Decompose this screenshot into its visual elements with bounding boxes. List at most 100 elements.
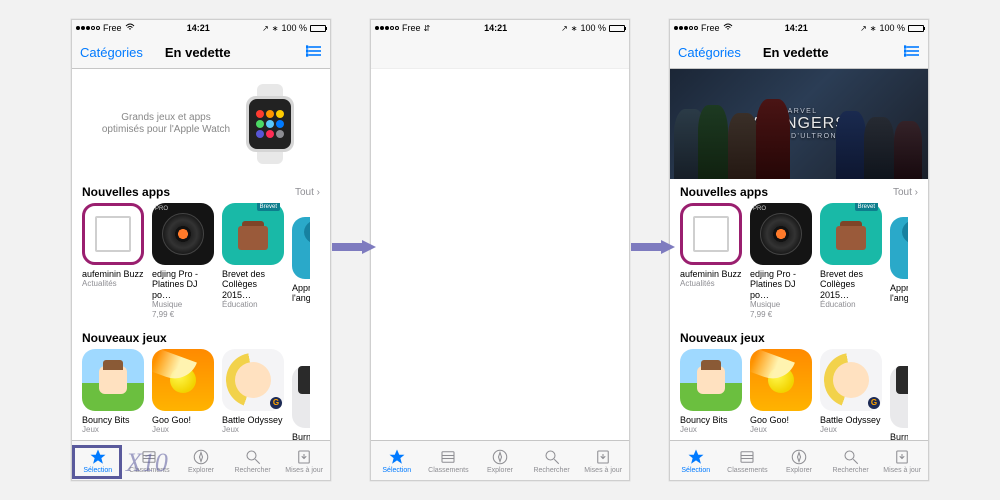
app-category: Actualités <box>82 279 144 289</box>
app-card[interactable]: PRO edjing Pro - Platines DJ po… Musique… <box>750 203 812 319</box>
app-name: Bouncy Bits <box>82 415 144 425</box>
tab-explorer[interactable]: Explorer <box>773 441 825 480</box>
app-icon-aufeminin <box>680 203 742 265</box>
game-icon-googoo <box>152 349 214 411</box>
tab-mises-a-jour[interactable]: Mises à jour <box>876 441 928 480</box>
carrier-label: Free <box>103 23 122 33</box>
location-icon: ↗ <box>860 24 867 33</box>
app-card[interactable]: Brevet Brevet des Collèges 2015… Éducati… <box>820 203 882 319</box>
apps-carousel[interactable]: aufeminin Buzz Actualités PRO edjing Pro… <box>72 203 330 319</box>
arrow-icon <box>631 240 675 254</box>
page-title: En vedette <box>741 45 904 60</box>
section-title-apps: Nouvelles apps <box>82 185 170 199</box>
tab-selection[interactable]: Sélection <box>371 441 423 480</box>
section-title-games: Nouveaux jeux <box>680 331 765 345</box>
app-card-partial[interactable]: Burn … <box>292 349 310 440</box>
section-title-games: Nouveaux jeux <box>82 331 167 345</box>
games-carousel[interactable]: Bouncy Bits Jeux Goo Goo! Jeux G Battle … <box>670 349 928 440</box>
see-all-apps[interactable]: Tout › <box>295 187 320 198</box>
list-icon[interactable] <box>904 45 920 60</box>
navbar: Catégories En vedette <box>72 36 330 69</box>
featured-banner-avengers[interactable]: MARVEL AVENGERS L'ÈRE D'ULTRON <box>670 69 928 179</box>
carrier-label: Free <box>701 23 720 33</box>
app-card[interactable]: G Battle Odyssey Jeux <box>820 349 882 440</box>
apps-carousel[interactable]: aufeminin Buzz Actualités PRO edjing Pro… <box>670 203 928 319</box>
tab-bar: Sélection Classements Explorer Recherche… <box>371 440 629 480</box>
page-title: En vedette <box>143 45 306 60</box>
phone-screenshot-1: Free 14:21 ↗ ∗ 100 % Catégories En vedet… <box>71 19 331 481</box>
banner-text-1: Grands jeux et apps <box>102 112 230 125</box>
game-icon-bouncy <box>82 349 144 411</box>
app-card-partial[interactable]: Appr… l'angl… <box>292 203 310 319</box>
app-card[interactable]: G Battle Odyssey Jeux <box>222 349 284 440</box>
game-icon-bouncy <box>680 349 742 411</box>
signal-dots-icon <box>76 26 100 30</box>
tab-explorer[interactable]: Explorer <box>175 441 227 480</box>
app-card-partial[interactable]: Appr… l'angl… <box>890 203 908 319</box>
tab-classements[interactable]: Classements <box>423 441 475 480</box>
app-card[interactable]: aufeminin Buzz Actualités <box>680 203 742 319</box>
status-bar: Free ⇵ 14:21 ↗ ∗ 100 % <box>371 20 629 36</box>
app-category: Jeux <box>222 425 284 435</box>
battery-icon <box>310 25 326 32</box>
app-category: Jeux <box>82 425 144 435</box>
tab-selection[interactable]: Sélection <box>670 441 722 480</box>
clock-label: 14:21 <box>135 23 263 33</box>
featured-banner-watch[interactable]: Grands jeux et apps optimisés pour l'App… <box>72 69 330 179</box>
tab-rechercher[interactable]: Rechercher <box>227 441 279 480</box>
tab-explorer[interactable]: Explorer <box>474 441 526 480</box>
app-category: Musique <box>750 300 812 310</box>
see-all-apps[interactable]: Tout › <box>893 187 918 198</box>
app-icon-aufeminin <box>82 203 144 265</box>
tab-mises-a-jour[interactable]: Mises à jour <box>577 441 629 480</box>
app-name: aufeminin Buzz <box>680 269 742 279</box>
app-category: Jeux <box>820 425 882 435</box>
annotation-x10-label: X10 <box>126 448 168 478</box>
bluetooth-icon: ∗ <box>571 24 578 33</box>
app-card[interactable]: Bouncy Bits Jeux <box>82 349 144 440</box>
app-name: Battle Odyssey <box>820 415 882 425</box>
bluetooth-icon: ∗ <box>870 24 877 33</box>
app-name: Brevet des Collèges 2015… <box>222 269 284 300</box>
app-card-partial[interactable]: Burn … <box>890 349 908 440</box>
content-area[interactable]: MARVEL AVENGERS L'ÈRE D'ULTRON Nouvelles… <box>670 69 928 440</box>
app-name: Burn … <box>890 432 908 440</box>
list-icon[interactable] <box>306 45 322 60</box>
tab-classements[interactable]: Classements <box>722 441 774 480</box>
app-card[interactable]: PRO edjing Pro - Platines DJ po… Musique… <box>152 203 214 319</box>
battery-icon <box>908 25 924 32</box>
app-card[interactable]: Goo Goo! Jeux <box>152 349 214 440</box>
app-category: Éducation <box>222 300 284 310</box>
app-card[interactable]: Bouncy Bits Jeux <box>680 349 742 440</box>
game-icon-battle: G <box>222 349 284 411</box>
bluetooth-icon: ∗ <box>272 24 279 33</box>
game-icon-burn <box>292 366 310 428</box>
app-card[interactable]: Brevet Brevet des Collèges 2015… Éducati… <box>222 203 284 319</box>
games-carousel[interactable]: Bouncy Bits Jeux Goo Goo! Jeux G Battle … <box>72 349 330 440</box>
tab-mises-a-jour[interactable]: Mises à jour <box>278 441 330 480</box>
app-name: Battle Odyssey <box>222 415 284 425</box>
tab-rechercher[interactable]: Rechercher <box>526 441 578 480</box>
back-button[interactable]: Catégories <box>678 45 741 60</box>
app-category: Éducation <box>820 300 882 310</box>
arrow-icon <box>332 240 376 254</box>
app-card[interactable]: Goo Goo! Jeux <box>750 349 812 440</box>
app-icon-brevet: Brevet <box>820 203 882 265</box>
app-name: Bouncy Bits <box>680 415 742 425</box>
app-name: Appr… l'angl… <box>292 283 310 304</box>
game-icon-battle: G <box>820 349 882 411</box>
location-icon: ↗ <box>262 24 269 33</box>
banner-text-2: optimisés pour l'Apple Watch <box>102 124 230 137</box>
back-button[interactable]: Catégories <box>80 45 143 60</box>
network-activity-icon: ⇵ <box>424 24 431 33</box>
status-bar: Free 14:21 ↗ ∗ 100 % <box>670 20 928 36</box>
app-card[interactable]: aufeminin Buzz Actualités <box>82 203 144 319</box>
content-area[interactable]: Grands jeux et apps optimisés pour l'App… <box>72 69 330 440</box>
battery-pct: 100 % <box>580 23 606 33</box>
app-category: Jeux <box>152 425 214 435</box>
battery-icon <box>609 25 625 32</box>
carrier-label: Free <box>402 23 421 33</box>
tab-rechercher[interactable]: Rechercher <box>825 441 877 480</box>
game-icon-googoo <box>750 349 812 411</box>
app-name: Burn … <box>292 432 310 440</box>
